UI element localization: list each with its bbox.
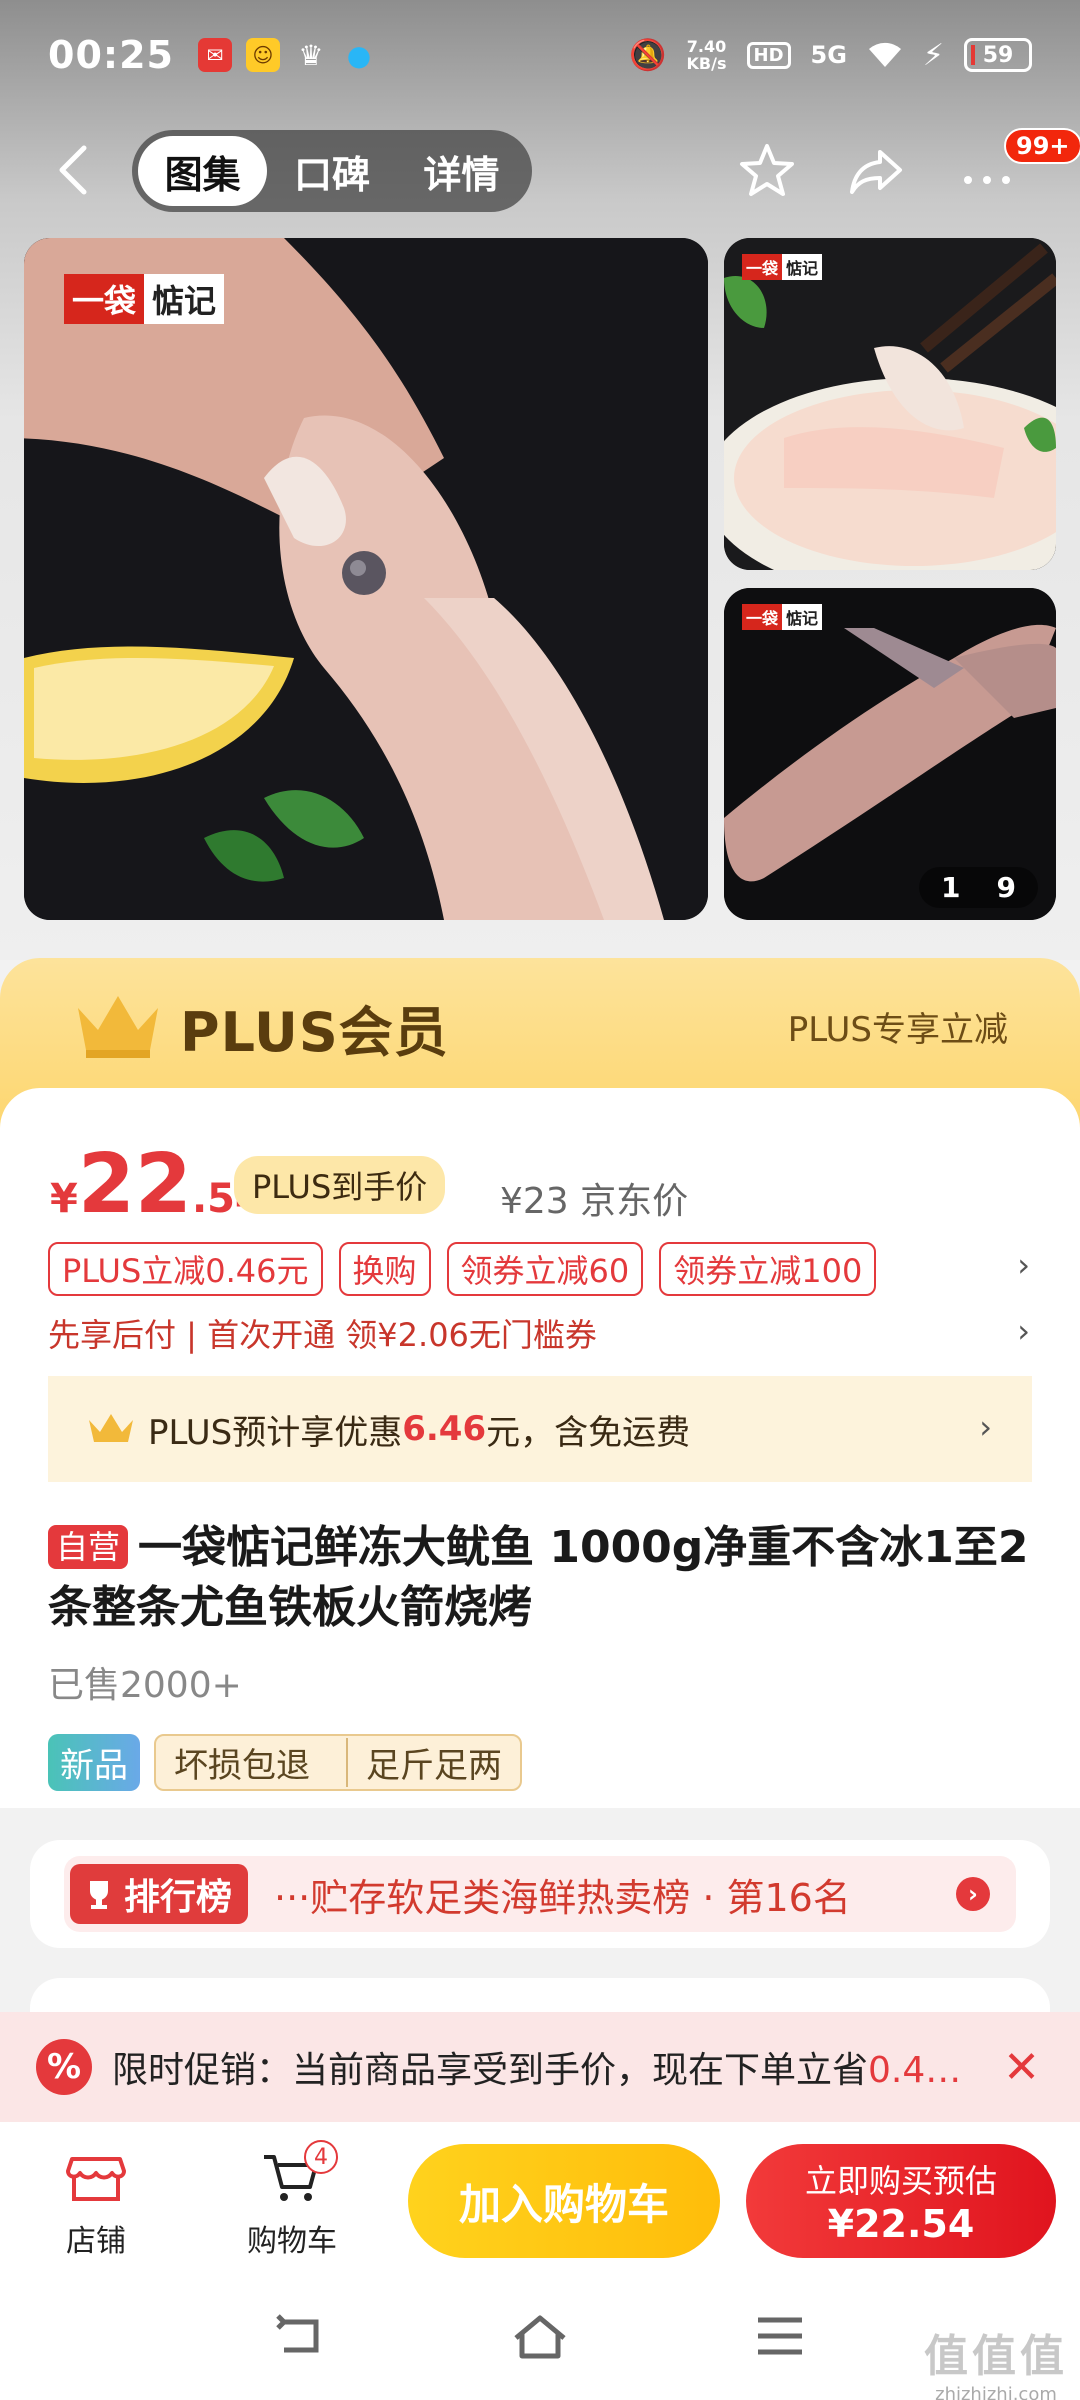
promo-tag[interactable]: 领券立减100 xyxy=(659,1242,877,1296)
percent-icon: % xyxy=(36,2039,92,2095)
squid-dish-photo xyxy=(724,238,1056,570)
app-notification-icon: ✉ xyxy=(197,38,232,72)
buy-now-button[interactable]: 立即购买预估 ¥22.54 xyxy=(746,2144,1056,2258)
menu-nav-icon[interactable] xyxy=(750,2312,810,2360)
service-tags[interactable]: 坏损包退 足斤足两 xyxy=(154,1734,522,1791)
message-badge: 99+ xyxy=(1004,128,1080,164)
close-icon[interactable]: ✕ xyxy=(1003,2042,1040,2093)
mute-icon: 🔕 xyxy=(629,37,667,73)
plus-banner-title: PLUS会员 xyxy=(180,1001,449,1064)
limited-promo-bar[interactable]: % 限时促销：当前商品享受到手价，现在下单立省0.4… ✕ xyxy=(0,2012,1080,2122)
home-nav-icon[interactable] xyxy=(510,2312,570,2360)
ranking-text: ···贮存软足类海鲜热卖榜 · 第16名 xyxy=(274,1875,851,1920)
store-button[interactable]: 店铺 xyxy=(26,2140,166,2260)
bottom-action-bar: 店铺 4 购物车 加入购物车 立即购买预估 ¥22.54 xyxy=(0,2122,1080,2272)
image-gallery[interactable]: 一袋 惦记 一袋 惦记 一袋 惦记 1 9 xyxy=(24,238,1056,920)
status-app-icons: ✉ ☺ ♛ ● xyxy=(197,38,376,72)
product-image-thumb-1[interactable]: 一袋 惦记 xyxy=(724,238,1056,570)
back-arrow-icon[interactable] xyxy=(50,142,100,198)
trophy-icon xyxy=(90,1881,108,1909)
brand-logo-tag: 一袋 惦记 xyxy=(742,254,823,280)
chevron-right-icon[interactable]: › xyxy=(1017,1246,1030,1284)
ranking-card[interactable]: 排行榜 ···贮存软足类海鲜热卖榜 · 第16名 › xyxy=(30,1840,1050,1948)
status-time: 00:25 xyxy=(48,33,174,77)
cart-count-badge: 4 xyxy=(304,2140,338,2174)
store-icon xyxy=(66,2157,126,2201)
charging-icon: ⚡ xyxy=(922,37,944,73)
promo-tag[interactable]: 领券立减60 xyxy=(446,1242,644,1296)
product-image-thumb-2[interactable]: 一袋 惦记 1 9 xyxy=(724,588,1056,920)
watermark: 值值值 zhizhizhi.com xyxy=(924,2331,1068,2400)
product-image-main[interactable]: 一袋 惦记 xyxy=(24,238,708,920)
back-nav-icon[interactable] xyxy=(270,2312,330,2360)
promo-tag[interactable]: PLUS立减0.46元 xyxy=(48,1242,323,1296)
nav-bar: 图集 口碑 详情 99+ xyxy=(0,120,1080,220)
net-speed: 7.40 KB/s xyxy=(686,37,727,73)
plus-price-label: PLUS到手价 xyxy=(234,1156,446,1214)
product-title: 自营 一袋惦记鲜冻大鱿鱼 1000g净重不含冰1至2条整条尤鱼铁板火箭烧烤 xyxy=(48,1522,1029,1633)
tab-gallery[interactable]: 图集 xyxy=(138,136,268,206)
tab-switcher: 图集 口碑 详情 xyxy=(132,130,532,212)
promo-tags[interactable]: PLUS立减0.46元 换购 领券立减60 领券立减100 xyxy=(48,1242,877,1296)
add-to-cart-button[interactable]: 加入购物车 xyxy=(408,2144,720,2258)
ranking-badge: 排行榜 xyxy=(70,1864,249,1924)
image-pager: 1 9 xyxy=(919,867,1038,908)
qq-notification-icon: ● xyxy=(346,38,372,72)
chevron-right-icon[interactable]: › xyxy=(956,1877,990,1911)
plus-exclusive-discount[interactable]: PLUS专享立减 xyxy=(788,1002,1008,1051)
crown-icon xyxy=(89,1414,133,1442)
chevron-right-icon: › xyxy=(979,1408,992,1446)
cart-button[interactable]: 4 购物车 xyxy=(222,2140,362,2260)
battery-icon: 59 xyxy=(964,38,1032,72)
squid-photo xyxy=(24,238,708,920)
new-product-tag: 新品 xyxy=(48,1734,140,1791)
signal-icon: 5G xyxy=(810,41,847,69)
jd-price: ¥23 京东价 xyxy=(500,1181,689,1222)
share-icon[interactable] xyxy=(846,140,908,202)
brand-logo-tag: 一袋 惦记 xyxy=(742,604,823,630)
price: ¥ 22 .54 xyxy=(50,1137,263,1232)
star-icon[interactable] xyxy=(736,140,798,202)
app-notification-icon: ☺ xyxy=(245,38,280,72)
status-bar: 00:25 ✉ ☺ ♛ ● 🔕 7.40 KB/s HD 5G ⚡ 59 xyxy=(0,0,1080,110)
promo-text: 限时促销：当前商品享受到手价，现在下单立省0.4… xyxy=(112,2050,962,2091)
crown-notification-icon: ♛ xyxy=(298,38,324,72)
tab-reviews[interactable]: 口碑 xyxy=(267,136,396,206)
feature-tags: 新品 坏损包退 足斤足两 xyxy=(48,1734,522,1791)
promo-tag[interactable]: 换购 xyxy=(338,1242,431,1296)
brand-logo-tag: 一袋 惦记 xyxy=(64,274,225,324)
pay-later-row[interactable]: 先享后付 | 首次开通 领¥2.06无门槛券 xyxy=(48,1310,597,1356)
system-nav-bar xyxy=(0,2272,1080,2400)
plus-savings-row[interactable]: PLUS预计享优惠 6.46 元，含免运费 › xyxy=(48,1376,1032,1482)
wifi-icon xyxy=(868,42,901,67)
self-run-badge: 自营 xyxy=(48,1525,129,1569)
tab-details[interactable]: 详情 xyxy=(397,136,526,206)
product-info-card: ¥ 22 .54 PLUS到手价 ¥23 京东价 PLUS立减0.46元 换购 … xyxy=(0,1088,1080,1808)
sold-count: 已售2000+ xyxy=(48,1665,242,1706)
crown-icon xyxy=(78,996,158,1058)
chevron-right-icon[interactable]: › xyxy=(1017,1312,1030,1350)
hd-icon: HD xyxy=(746,41,791,69)
